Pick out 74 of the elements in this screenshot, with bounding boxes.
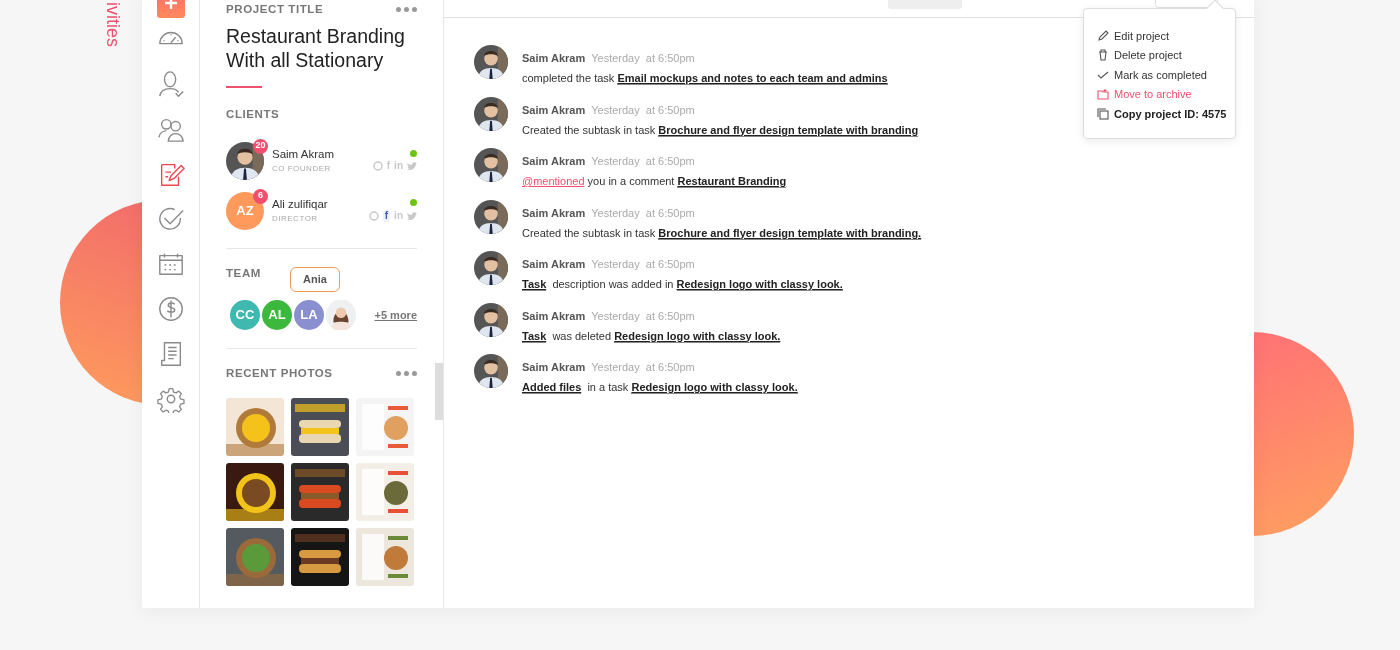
plus-icon	[163, 0, 178, 10]
task-link[interactable]: Redesign logo with classy look.	[631, 381, 798, 394]
avatar-icon[interactable]	[326, 298, 356, 331]
activity-message: Created the subtask in task Brochure and flyer design template with branding	[522, 122, 919, 138]
menu-item[interactable]: Move to archive	[1097, 84, 1192, 104]
user-check-icon	[156, 70, 185, 98]
task-link[interactable]: Email mockups and notes to each team and admins	[617, 72, 888, 85]
author-name: Saim Akram	[522, 206, 586, 219]
avatar-icon	[474, 302, 508, 337]
menu-item[interactable]: Edit project	[1097, 26, 1170, 46]
task-link[interactable]: Redesign logo with classy look.	[676, 278, 843, 291]
task-link[interactable]: Redesign logo with classy look.	[614, 329, 781, 343]
section-label: CLIENTS	[226, 107, 280, 123]
timestamp: Yesterday at 6:50pm	[591, 155, 695, 167]
author-name: Saim Akram	[522, 155, 586, 167]
task-link[interactable]: Task	[522, 278, 547, 291]
social-link[interactable]: f	[382, 210, 391, 222]
avatar-icon	[226, 141, 264, 180]
menu-item[interactable]: Delete project	[1097, 45, 1182, 65]
client-role: CO FOUNDER	[272, 163, 332, 176]
activity-message: Added files in a task Redesign logo with classy look.	[522, 380, 798, 396]
avatar-icon	[474, 45, 508, 79]
avatar-icon	[474, 251, 508, 285]
menu-item[interactable]: Mark as completed	[1097, 65, 1207, 85]
section-label: TEAM	[226, 265, 261, 281]
timestamp: Yesterday at 6:50pm	[591, 52, 695, 64]
section-title: ivities	[104, 2, 122, 49]
project-title: Restaurant Branding With all Stationary	[226, 24, 406, 73]
more-link[interactable]: +5 more	[374, 306, 417, 323]
folder-icon	[1097, 88, 1109, 101]
settings-icon	[156, 385, 185, 413]
activity-message: Created the subtask in task Brochure and flyer design template with branding.	[522, 225, 922, 241]
avatar-initials: AZ	[236, 201, 254, 220]
count-badge: 20	[253, 138, 268, 154]
timestamp: Yesterday at 6:50pm	[591, 258, 695, 270]
client-role: DIRECTOR	[272, 213, 319, 226]
scrollbar[interactable]	[435, 363, 443, 420]
author-name: Saim Akram	[522, 103, 586, 116]
avatar-icon	[474, 199, 508, 234]
avatar-icon	[474, 148, 508, 182]
menu-item[interactable]: Copy project ID: 4575	[1097, 104, 1227, 124]
activity-message: Task was deleted Redesign logo with classy look.	[522, 328, 781, 344]
count-badge: 6	[253, 188, 268, 204]
author-name: Saim Akram	[522, 361, 586, 373]
pencil-icon	[1097, 29, 1109, 42]
author-name: Saim Akram	[522, 309, 586, 322]
timestamp: Yesterday at 6:50pm	[591, 309, 695, 322]
activity-message: Task description was added in Redesign logo with classy look.	[522, 277, 843, 293]
avatar-icon	[474, 354, 508, 388]
section-label: PROJECT TITLE	[226, 2, 324, 17]
copy-icon	[1097, 107, 1109, 120]
author-name: Saim Akram	[522, 258, 586, 270]
task-link[interactable]: Added files	[522, 381, 582, 394]
mention-link[interactable]: @mentioned	[522, 175, 585, 187]
task-link[interactable]: Brochure and flyer design template with branding.	[658, 226, 922, 240]
timestamp: Yesterday at 6:50pm	[591, 206, 695, 219]
task-link[interactable]: Brochure and flyer design template with branding	[658, 123, 919, 137]
timestamp: Yesterday at 6:50pm	[591, 361, 695, 373]
check-circle-icon	[156, 205, 185, 233]
trash-icon	[1097, 49, 1109, 62]
author-name: Saim Akram	[522, 52, 586, 64]
activity-message: completed the task Email mockups and notes to each team and admins	[522, 71, 888, 87]
task-link[interactable]: Restaurant Branding	[677, 175, 787, 188]
activity-message: @mentioned you in a comment Restaurant Branding	[522, 174, 787, 190]
section-label: RECENT PHOTOS	[226, 365, 333, 381]
client-name: Ali zulifiqar	[272, 196, 329, 212]
more-icon[interactable]	[396, 7, 417, 13]
client-name: Saim Akram	[272, 146, 335, 162]
avatar-icon	[474, 96, 508, 131]
dollar-icon	[156, 295, 185, 323]
task-link[interactable]: Task	[522, 329, 547, 343]
timestamp: Yesterday at 6:50pm	[591, 103, 695, 116]
more-icon[interactable]	[396, 370, 417, 376]
tooltip: Ania	[290, 267, 340, 292]
